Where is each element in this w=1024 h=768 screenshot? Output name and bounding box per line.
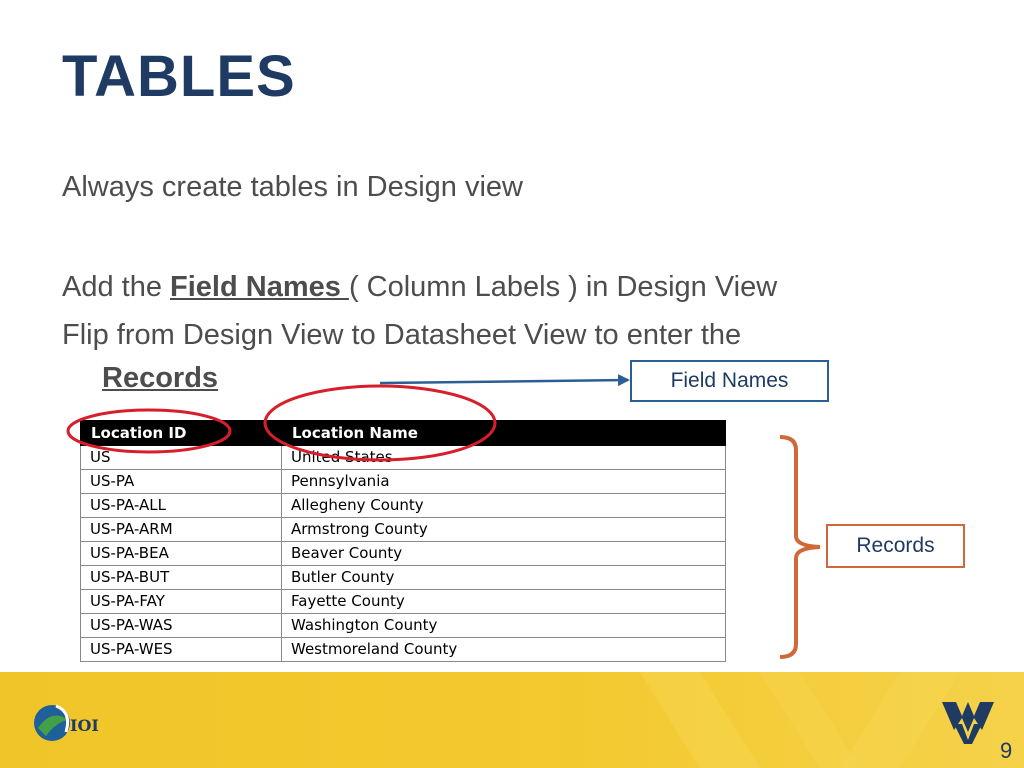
- cell-location-id: US-PA-ARM: [80, 517, 282, 542]
- cell-location-name: Pennsylvania: [281, 469, 726, 494]
- location-table: Location ID Location Name US United State…: [80, 420, 726, 662]
- wvu-logo-icon: [942, 702, 994, 744]
- records-emphasis: Records: [102, 362, 219, 394]
- bullet-design-view: Always create tables in Design view: [62, 171, 523, 203]
- field-names-callout: Field Names: [630, 360, 829, 402]
- cell-location-name: Armstrong County: [281, 517, 726, 542]
- table-row: US-PA-FAY Fayette County: [80, 589, 726, 614]
- footer-pattern: [640, 672, 960, 768]
- records-callout: Records: [826, 524, 965, 568]
- cell-location-name: Butler County: [281, 565, 726, 590]
- table-row: US United States: [80, 445, 726, 470]
- table-row: US-PA-WES Westmoreland County: [80, 637, 726, 662]
- cell-location-id: US-PA-WES: [80, 637, 282, 662]
- cell-location-name: Washington County: [281, 613, 726, 638]
- ioi-logo-text: IOI: [70, 716, 99, 735]
- cell-location-name: Beaver County: [281, 541, 726, 566]
- cell-location-id: US-PA-BUT: [80, 565, 282, 590]
- column-header-location-id: Location ID: [80, 420, 282, 446]
- table-header-row: Location ID Location Name: [80, 420, 726, 446]
- bullet-field-names: Add the Field Names ( Column Labels ) in…: [62, 270, 777, 305]
- cell-location-id: US: [80, 445, 282, 470]
- table-row: US-PA Pennsylvania: [80, 469, 726, 494]
- bullet-datasheet-view: Flip from Design View to Datasheet View …: [62, 319, 742, 351]
- cell-location-name: Fayette County: [281, 589, 726, 614]
- bullet-field-names-suffix: ( Column Labels ) in Design View: [348, 271, 778, 303]
- cell-location-id: US-PA-WAS: [80, 613, 282, 638]
- cell-location-id: US-PA-FAY: [80, 589, 282, 614]
- table-row: US-PA-ARM Armstrong County: [80, 517, 726, 542]
- cell-location-name: Westmoreland County: [281, 637, 726, 662]
- cell-location-name: United States: [281, 445, 726, 470]
- cell-location-name: Allegheny County: [281, 493, 726, 518]
- slide-title: TABLES: [62, 44, 296, 109]
- cell-location-id: US-PA: [80, 469, 282, 494]
- records-bracket: [779, 435, 821, 659]
- footer-band: [0, 672, 1024, 768]
- field-names-emphasis: Field Names: [170, 271, 349, 303]
- field-names-arrow: [379, 374, 630, 387]
- column-header-location-name: Location Name: [281, 420, 726, 446]
- cell-location-id: US-PA-BEA: [80, 541, 282, 566]
- table-row: US-PA-BEA Beaver County: [80, 541, 726, 566]
- table-row: US-PA-BUT Butler County: [80, 565, 726, 590]
- page-number: 9: [1000, 738, 1013, 763]
- cell-location-id: US-PA-ALL: [80, 493, 282, 518]
- bullet-field-names-prefix: Add the: [62, 271, 171, 303]
- table-row: US-PA-ALL Allegheny County: [80, 493, 726, 518]
- bullet-records: Records: [102, 361, 218, 396]
- table-row: US-PA-WAS Washington County: [80, 613, 726, 638]
